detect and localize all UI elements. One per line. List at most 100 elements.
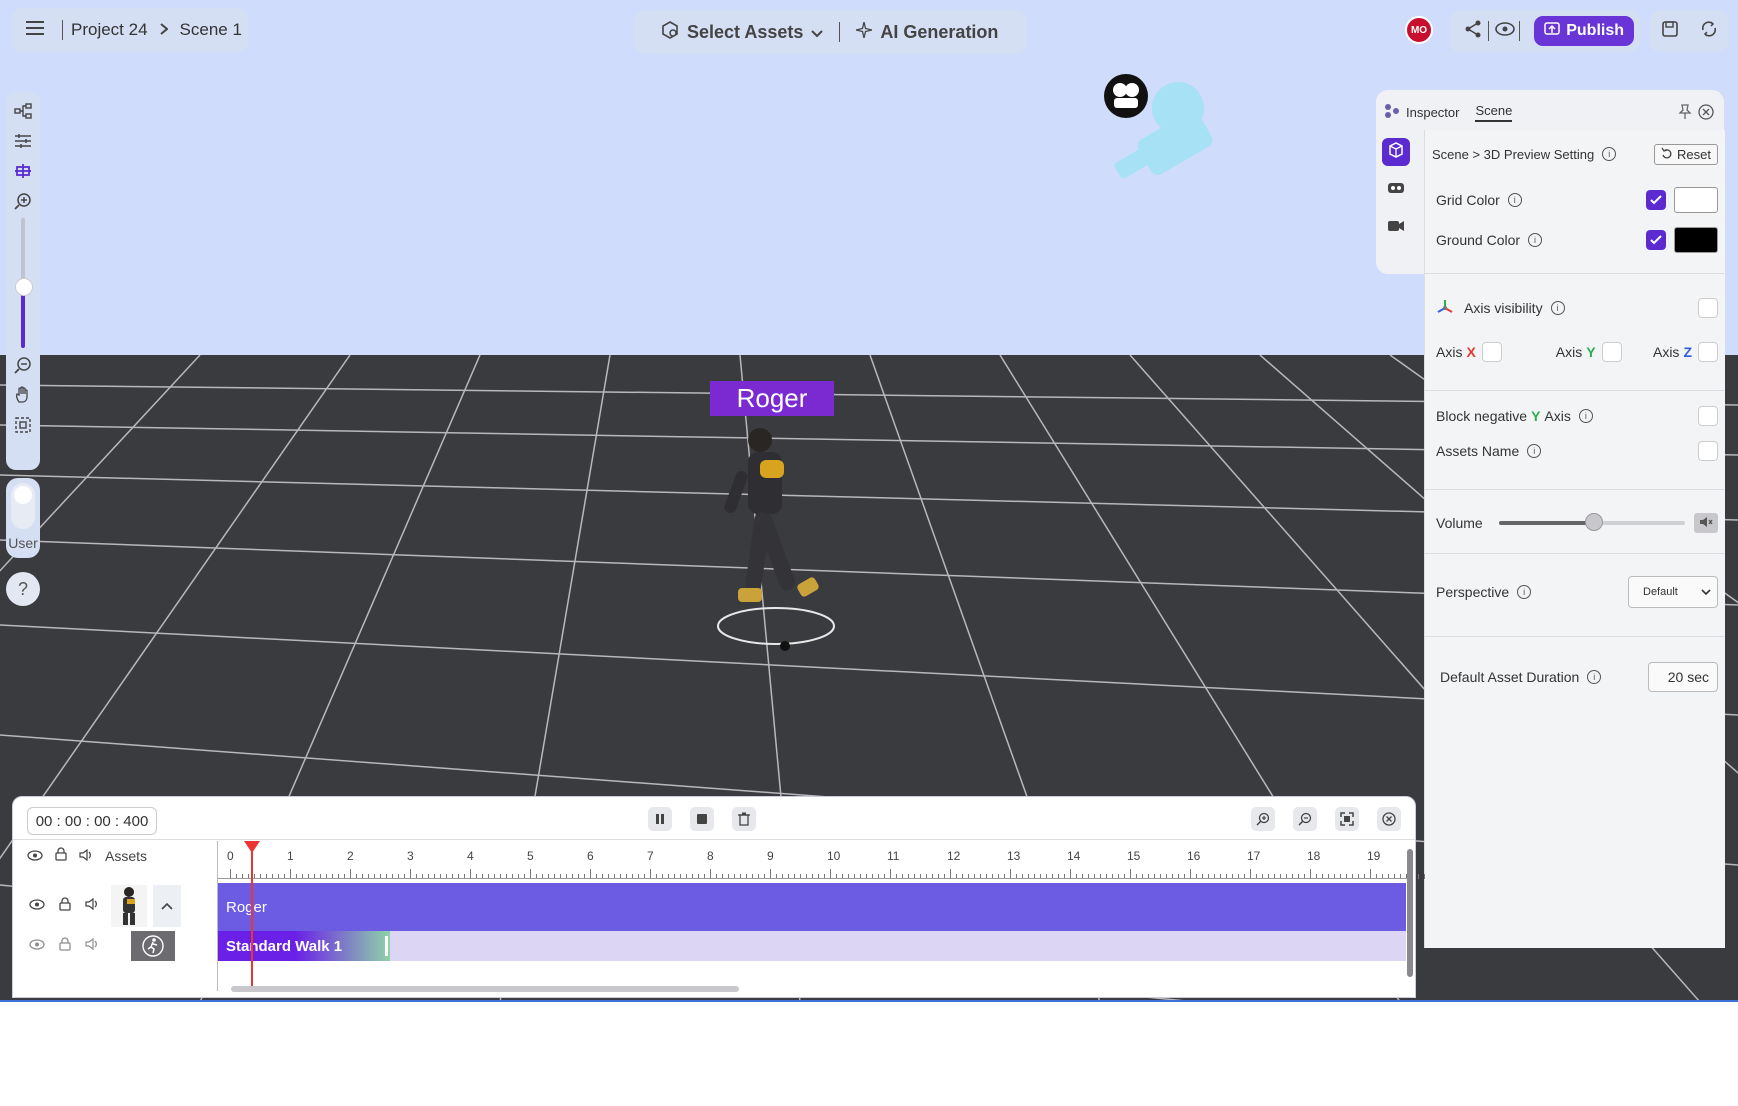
speaker-icon[interactable] xyxy=(85,897,99,915)
reset-button[interactable]: Reset xyxy=(1654,143,1718,165)
ground-color-swatch[interactable] xyxy=(1674,227,1718,253)
character-model[interactable] xyxy=(710,420,850,660)
info-icon[interactable]: i xyxy=(1528,233,1543,247)
zoom-in-icon[interactable] xyxy=(12,190,34,212)
camera-gizmo-icon[interactable] xyxy=(1100,68,1230,198)
ruler-tick-label: 5 xyxy=(527,849,534,863)
speaker-icon[interactable] xyxy=(79,848,93,864)
track-roger[interactable]: Roger xyxy=(218,883,1406,931)
zoom-out-icon xyxy=(1298,812,1312,826)
info-icon[interactable]: i xyxy=(1587,670,1602,684)
character-thumbnail[interactable] xyxy=(111,885,147,927)
eye-icon[interactable] xyxy=(27,848,43,864)
publish-button[interactable]: Publish xyxy=(1534,16,1634,46)
zoom-slider-handle[interactable] xyxy=(15,278,33,296)
breadcrumb-scene[interactable]: Scene 1 xyxy=(180,20,242,40)
lock-icon[interactable] xyxy=(59,936,71,956)
pin-icon[interactable] xyxy=(1678,104,1692,125)
track-roger-label: Roger xyxy=(226,898,267,916)
volume-slider[interactable] xyxy=(1498,513,1685,531)
timeline-ruler[interactable]: 0 1 2 3 4 5 6 7 8 9 10 11 12 13 14 15 16 17 18 19 xyxy=(218,841,1425,879)
inspector-tabs: Inspector Scene xyxy=(1384,98,1528,126)
share-icon[interactable] xyxy=(1464,20,1482,43)
animation-thumbnail[interactable] xyxy=(131,931,175,961)
ai-generation-button[interactable]: AI Generation xyxy=(856,21,998,43)
ruler-tick-label: 13 xyxy=(1007,849,1021,863)
default-duration-input[interactable]: 20 sec xyxy=(1648,662,1718,692)
block-negative-prefix: Block negative xyxy=(1436,408,1528,424)
timeline-close-button[interactable] xyxy=(1377,807,1401,831)
select-assets-button[interactable]: Select Assets xyxy=(661,20,824,44)
timeline-zoom-out-button[interactable] xyxy=(1293,807,1317,831)
close-icon[interactable] xyxy=(1698,104,1714,125)
timeline-fit-button[interactable] xyxy=(1335,807,1359,831)
save-toolbar xyxy=(1650,10,1728,52)
focus-select-icon[interactable] xyxy=(12,414,34,436)
side-tab-camera[interactable] xyxy=(1382,214,1410,242)
save-icon[interactable] xyxy=(1661,20,1679,43)
info-icon[interactable]: i xyxy=(1550,301,1565,315)
grid-color-checkbox[interactable] xyxy=(1646,190,1666,210)
eye-icon[interactable] xyxy=(29,897,45,915)
block-negative-y-checkbox[interactable] xyxy=(1698,406,1718,426)
speaker-icon[interactable] xyxy=(85,937,99,955)
breadcrumb-project[interactable]: Project 24 xyxy=(71,20,148,40)
perspective-select[interactable]: Default xyxy=(1628,576,1718,608)
info-icon[interactable]: i xyxy=(1578,409,1593,423)
clip-standard-walk[interactable]: Standard Walk 1 xyxy=(218,931,390,961)
user-mode-toggle[interactable]: User xyxy=(6,478,40,558)
track-walk-lane[interactable] xyxy=(218,931,1406,961)
cube-search-icon xyxy=(661,20,679,44)
hierarchy-icon[interactable] xyxy=(12,100,34,122)
avatar[interactable]: MO xyxy=(1405,16,1433,44)
lock-icon[interactable] xyxy=(55,847,67,864)
sliders-icon[interactable] xyxy=(12,130,34,152)
stop-button[interactable] xyxy=(690,807,714,831)
info-icon[interactable]: i xyxy=(1602,147,1617,161)
info-icon[interactable]: i xyxy=(1507,193,1522,207)
hamburger-menu-icon[interactable] xyxy=(26,20,48,40)
lock-icon[interactable] xyxy=(59,896,71,916)
zoom-out-icon[interactable] xyxy=(12,354,34,376)
playhead[interactable] xyxy=(251,843,253,991)
video-camera-icon xyxy=(1387,219,1405,237)
vertical-scrollbar[interactable] xyxy=(1407,849,1413,977)
assets-name-checkbox[interactable] xyxy=(1698,441,1718,461)
axis-z-checkbox[interactable] xyxy=(1698,342,1718,362)
help-button[interactable]: ? xyxy=(6,572,40,606)
clip-resize-handle[interactable] xyxy=(385,936,388,956)
info-icon[interactable]: i xyxy=(1527,444,1542,458)
info-icon[interactable]: i xyxy=(1517,585,1532,599)
hand-pan-icon[interactable] xyxy=(12,384,34,406)
axis-x-checkbox[interactable] xyxy=(1481,342,1502,362)
tab-inspector-label: Inspector xyxy=(1406,104,1460,120)
side-tab-3d-preview[interactable] xyxy=(1382,138,1410,166)
ground-color-checkbox[interactable] xyxy=(1646,230,1666,250)
sync-icon[interactable] xyxy=(1700,20,1718,43)
clip-standard-walk-label: Standard Walk 1 xyxy=(226,937,343,955)
timeline-icon[interactable] xyxy=(12,160,34,182)
volume-slider-handle[interactable] xyxy=(1584,513,1603,531)
side-tab-vr[interactable] xyxy=(1382,176,1410,204)
ground-color-row: Ground Color i xyxy=(1436,227,1718,253)
user-avatar-wrapper[interactable]: MO xyxy=(1401,12,1437,48)
ruler-tick-label: 15 xyxy=(1127,849,1141,863)
axis-y-checkbox[interactable] xyxy=(1601,342,1622,362)
reset-label: Reset xyxy=(1677,146,1711,162)
pause-button[interactable] xyxy=(648,807,672,831)
eye-icon[interactable] xyxy=(1495,21,1515,41)
assets-name-row: Assets Name i xyxy=(1436,441,1718,461)
timeline-zoom-in-button[interactable] xyxy=(1251,807,1275,831)
horizontal-scrollbar[interactable] xyxy=(231,986,739,992)
delete-button[interactable] xyxy=(732,807,756,831)
eye-icon[interactable] xyxy=(29,937,45,955)
zoom-slider[interactable] xyxy=(15,218,33,348)
axis-visibility-checkbox[interactable] xyxy=(1698,298,1718,318)
divider xyxy=(1424,273,1724,274)
user-toggle-switch[interactable] xyxy=(11,483,35,529)
mute-button[interactable] xyxy=(1694,513,1718,533)
grid-color-swatch[interactable] xyxy=(1674,187,1718,213)
tab-scene[interactable]: Scene xyxy=(1475,103,1513,122)
tab-inspector[interactable]: Inspector xyxy=(1384,103,1459,122)
collapse-track-button[interactable] xyxy=(153,885,181,927)
